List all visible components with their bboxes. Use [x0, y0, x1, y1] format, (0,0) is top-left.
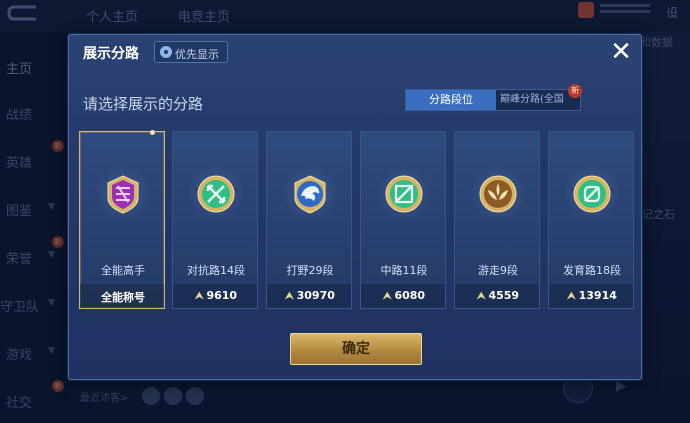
tab-lane-rank[interactable]: 分路段位 — [406, 90, 496, 110]
new-badge: 新 — [568, 84, 582, 98]
lane-cards: 全能高手 全能称号 对抗路14段 ⮝ 9610 打野29段 ⮝ 30970 中路… — [79, 130, 639, 311]
lane-card-name: 游走9段 — [478, 264, 518, 277]
screen: 个人主页 电竞主页 设 主页 战绩 英雄 新 图鉴 ▼ 荣誉 新 ▼ 守卫队 ▼… — [0, 0, 690, 423]
lane-card-roam[interactable]: 游走9段 ⮝ 4559 — [454, 131, 540, 309]
points-icon: ⮝ — [567, 291, 576, 302]
lane-card-name: 对抗路14段 — [187, 264, 245, 277]
priority-display-button[interactable]: 优先显示 — [154, 41, 228, 63]
lane-card-name: 发育路18段 — [563, 264, 621, 277]
jungle-emblem-icon — [294, 175, 326, 214]
lane-card-name: 打野29段 — [286, 264, 334, 277]
farm-lane-emblem-icon — [573, 175, 611, 213]
lane-card-value: 30970 — [296, 289, 335, 302]
lane-card-value: 9610 — [206, 289, 238, 302]
lane-card-value: 4559 — [488, 289, 520, 302]
lane-card-value: 全能称号 — [101, 291, 145, 304]
mid-lane-emblem-icon — [385, 175, 423, 213]
clash-lane-emblem-icon — [197, 175, 235, 213]
priority-display-label: 优先显示 — [175, 48, 219, 61]
lane-card-all-round[interactable]: 全能高手 全能称号 — [79, 130, 165, 309]
dialog-subtitle: 请选择展示的分路 — [83, 95, 204, 113]
confirm-button[interactable]: 确定 — [290, 333, 422, 365]
lane-card-points: ⮝ 9610 — [173, 289, 259, 302]
lane-card-jungle[interactable]: 打野29段 ⮝ 30970 — [266, 131, 352, 309]
lane-card-name: 全能高手 — [101, 264, 145, 277]
lane-card-clash[interactable]: 对抗路14段 ⮝ 9610 — [172, 131, 258, 309]
roam-emblem-icon — [479, 175, 517, 213]
lane-card-points: ⮝ 4559 — [455, 289, 541, 302]
lane-card-points: ⮝ 6080 — [361, 289, 447, 302]
close-button[interactable]: ✕ — [609, 39, 633, 65]
lane-card-points: ⮝ 13914 — [549, 289, 635, 302]
all-round-emblem-icon — [107, 175, 139, 214]
lane-card-farm[interactable]: 发育路18段 ⮝ 13914 — [548, 131, 634, 309]
points-icon: ⮝ — [382, 291, 392, 302]
selected-marker — [150, 130, 155, 135]
points-icon: ⮝ — [194, 291, 204, 302]
lane-card-mid[interactable]: 中路11段 ⮝ 6080 — [360, 131, 446, 309]
dialog-title: 展示分路 — [83, 46, 139, 62]
lane-card-name: 中路11段 — [380, 264, 428, 277]
lane-type-toggle: 分路段位 巅峰分路(全国 新 — [405, 84, 582, 111]
points-icon: ⮝ — [476, 291, 486, 302]
lane-display-dialog: 展示分路 优先显示 ✕ 请选择展示的分路 分路段位 巅峰分路(全国 新 全能高手 — [68, 34, 642, 380]
lane-card-points: ⮝ 30970 — [267, 289, 353, 302]
gear-icon — [160, 46, 172, 58]
lane-card-value: 13914 — [578, 289, 617, 302]
points-icon: ⮝ — [285, 291, 294, 302]
lane-card-value: 6080 — [394, 289, 426, 302]
